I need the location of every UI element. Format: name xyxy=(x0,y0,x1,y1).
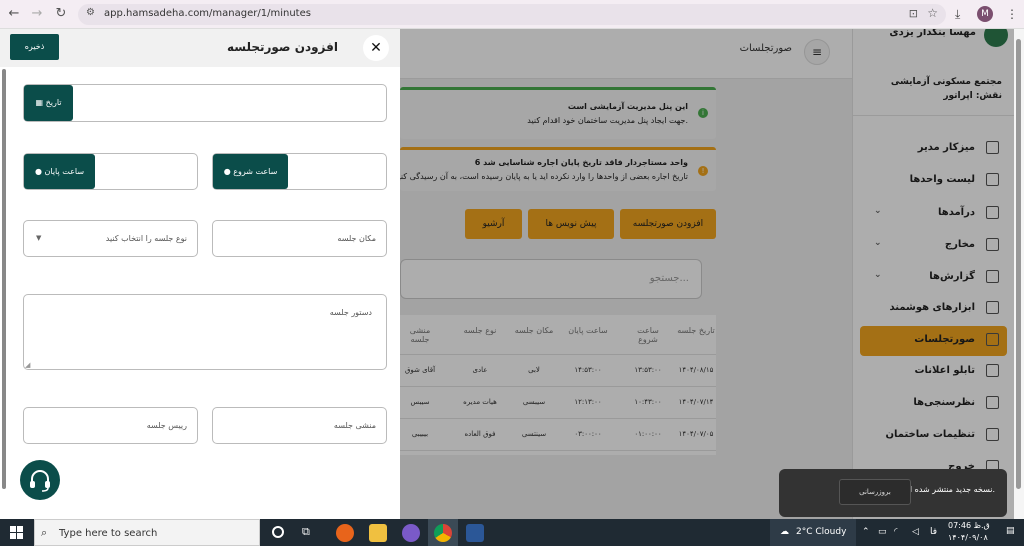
page-scrollbar[interactable] xyxy=(1014,29,1024,519)
app-page: صورتجلسات ≡ این پنل مدیریت آزمایشی است ج… xyxy=(0,29,1024,519)
location-input[interactable]: مکان جلسه xyxy=(212,220,387,257)
location-placeholder: مکان جلسه xyxy=(337,234,376,243)
volume-icon[interactable]: ◁ xyxy=(912,527,919,537)
bookmark-star-icon[interactable]: ☆ xyxy=(927,6,938,20)
date-button-label: تاریخ xyxy=(45,98,62,107)
start-time-button[interactable]: ● ساعت شروع xyxy=(213,154,288,189)
battery-icon[interactable]: ▭ xyxy=(878,527,887,537)
wifi-icon[interactable]: ◜ xyxy=(894,527,898,537)
weather-text: 2°C Cloudy xyxy=(796,527,847,537)
file-explorer-icon[interactable] xyxy=(369,524,387,542)
windows-taskbar: ⌕ Type here to search ⧉ ☁ 2°C Cloudy ⌃ ▭… xyxy=(0,519,1024,546)
add-minutes-drawer: ذخیره افزودن صورتجلسه ✕ ▦ تاریخ ● ساعت ش… xyxy=(0,29,400,519)
drawer-scrollbar[interactable] xyxy=(2,69,6,489)
modal-backdrop[interactable] xyxy=(400,29,852,519)
taskbar-search[interactable]: ⌕ Type here to search xyxy=(34,519,260,546)
clock-date[interactable]: ۱۴۰۴/۰۹/۰۸ xyxy=(948,533,988,542)
save-button[interactable]: ذخیره xyxy=(10,34,59,60)
clock-icon: ● xyxy=(223,167,234,176)
modal-backdrop[interactable] xyxy=(852,29,1014,519)
start-time-label: ساعت شروع xyxy=(233,167,278,176)
language-indicator[interactable]: فا xyxy=(930,527,937,537)
weather-icon: ☁ xyxy=(780,527,789,537)
resize-handle-icon[interactable]: ◢ xyxy=(25,361,30,369)
update-toast: نسخه جدید منتشر شده است. بروزرسانی xyxy=(779,469,1007,517)
end-time-button[interactable]: ● ساعت پایان xyxy=(24,154,95,189)
scrollbar-thumb[interactable] xyxy=(1016,39,1021,489)
back-icon[interactable]: ← xyxy=(5,5,23,23)
firefox-icon[interactable] xyxy=(336,524,354,542)
word-icon[interactable] xyxy=(466,524,484,542)
dropdown-arrow-icon: ▼ xyxy=(36,234,42,242)
taskbar-search-text: Type here to search xyxy=(59,528,158,539)
secretary-input[interactable]: منشی جلسه xyxy=(212,407,387,444)
calendar-icon: ▦ xyxy=(35,98,46,107)
notification-icon[interactable]: ▤ xyxy=(1006,526,1015,536)
browser-menu-icon[interactable]: ⋮ xyxy=(1006,6,1018,22)
site-info-icon[interactable]: ⚙ xyxy=(86,7,95,18)
forward-icon[interactable]: → xyxy=(28,5,46,23)
agenda-textarea[interactable]: دستور جلسه ◢ xyxy=(23,294,387,370)
install-app-icon[interactable]: ⊡ xyxy=(909,7,918,20)
clock-icon: ● xyxy=(34,167,45,176)
drawer-header: ذخیره افزودن صورتجلسه ✕ xyxy=(0,29,400,67)
task-view-icon[interactable]: ⧉ xyxy=(302,525,310,539)
date-field[interactable] xyxy=(23,84,387,122)
url-text: app.hamsadeha.com/manager/1/minutes xyxy=(104,8,311,19)
close-icon[interactable]: ✕ xyxy=(363,35,389,61)
end-time-label: ساعت پایان xyxy=(44,167,85,176)
chrome-taskbar-active[interactable] xyxy=(428,519,458,546)
clock-time[interactable]: 07:46 ق.ظ xyxy=(948,521,990,530)
update-button[interactable]: بروزرسانی xyxy=(839,479,911,505)
support-button[interactable] xyxy=(20,460,60,500)
browser-toolbar: ← → ↻ ⚙ app.hamsadeha.com/manager/1/minu… xyxy=(0,0,1024,29)
windows-start-icon[interactable] xyxy=(10,526,23,539)
chrome-icon xyxy=(434,524,452,542)
secretary-placeholder: منشی جلسه xyxy=(333,421,376,430)
drawer-title: افزودن صورتجلسه xyxy=(226,40,338,54)
tray-chevron-icon[interactable]: ⌃ xyxy=(862,527,870,537)
cortana-icon[interactable] xyxy=(272,526,284,538)
search-icon: ⌕ xyxy=(41,526,48,539)
paint-icon[interactable] xyxy=(402,524,420,542)
profile-avatar[interactable]: M xyxy=(977,6,993,22)
date-picker-button[interactable]: ▦ تاریخ xyxy=(24,85,73,121)
chair-placeholder: رییس جلسه xyxy=(146,421,187,430)
download-icon[interactable]: ⤓ xyxy=(955,6,960,22)
reload-icon[interactable]: ↻ xyxy=(52,5,70,23)
chair-input[interactable]: رییس جلسه xyxy=(23,407,198,444)
meeting-type-placeholder: نوع جلسه را انتخاب کنید xyxy=(105,234,187,243)
agenda-placeholder: دستور جلسه xyxy=(329,308,372,317)
meeting-type-select[interactable]: نوع جلسه را انتخاب کنید ▼ xyxy=(23,220,198,257)
weather-widget[interactable]: ☁ 2°C Cloudy xyxy=(770,519,856,546)
address-bar[interactable]: ⚙ app.hamsadeha.com/manager/1/minutes ⊡ … xyxy=(78,4,946,25)
headset-icon xyxy=(30,470,50,492)
